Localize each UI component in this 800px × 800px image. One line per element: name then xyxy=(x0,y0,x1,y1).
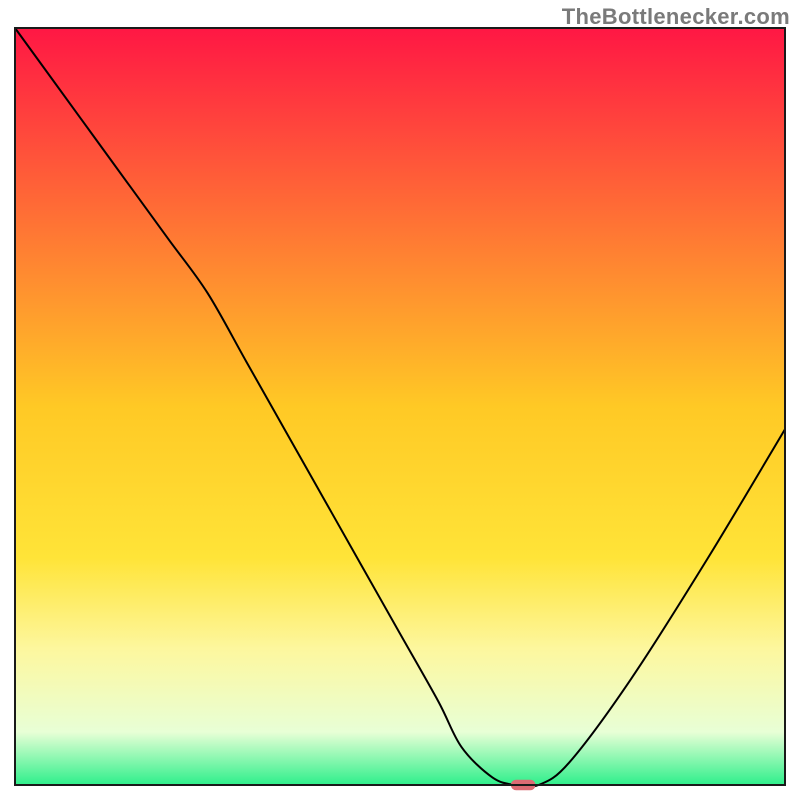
watermark-text: TheBottlenecker.com xyxy=(562,4,790,30)
plot-background xyxy=(15,28,785,785)
chart-container: TheBottlenecker.com xyxy=(0,0,800,800)
bottleneck-chart xyxy=(0,0,800,800)
